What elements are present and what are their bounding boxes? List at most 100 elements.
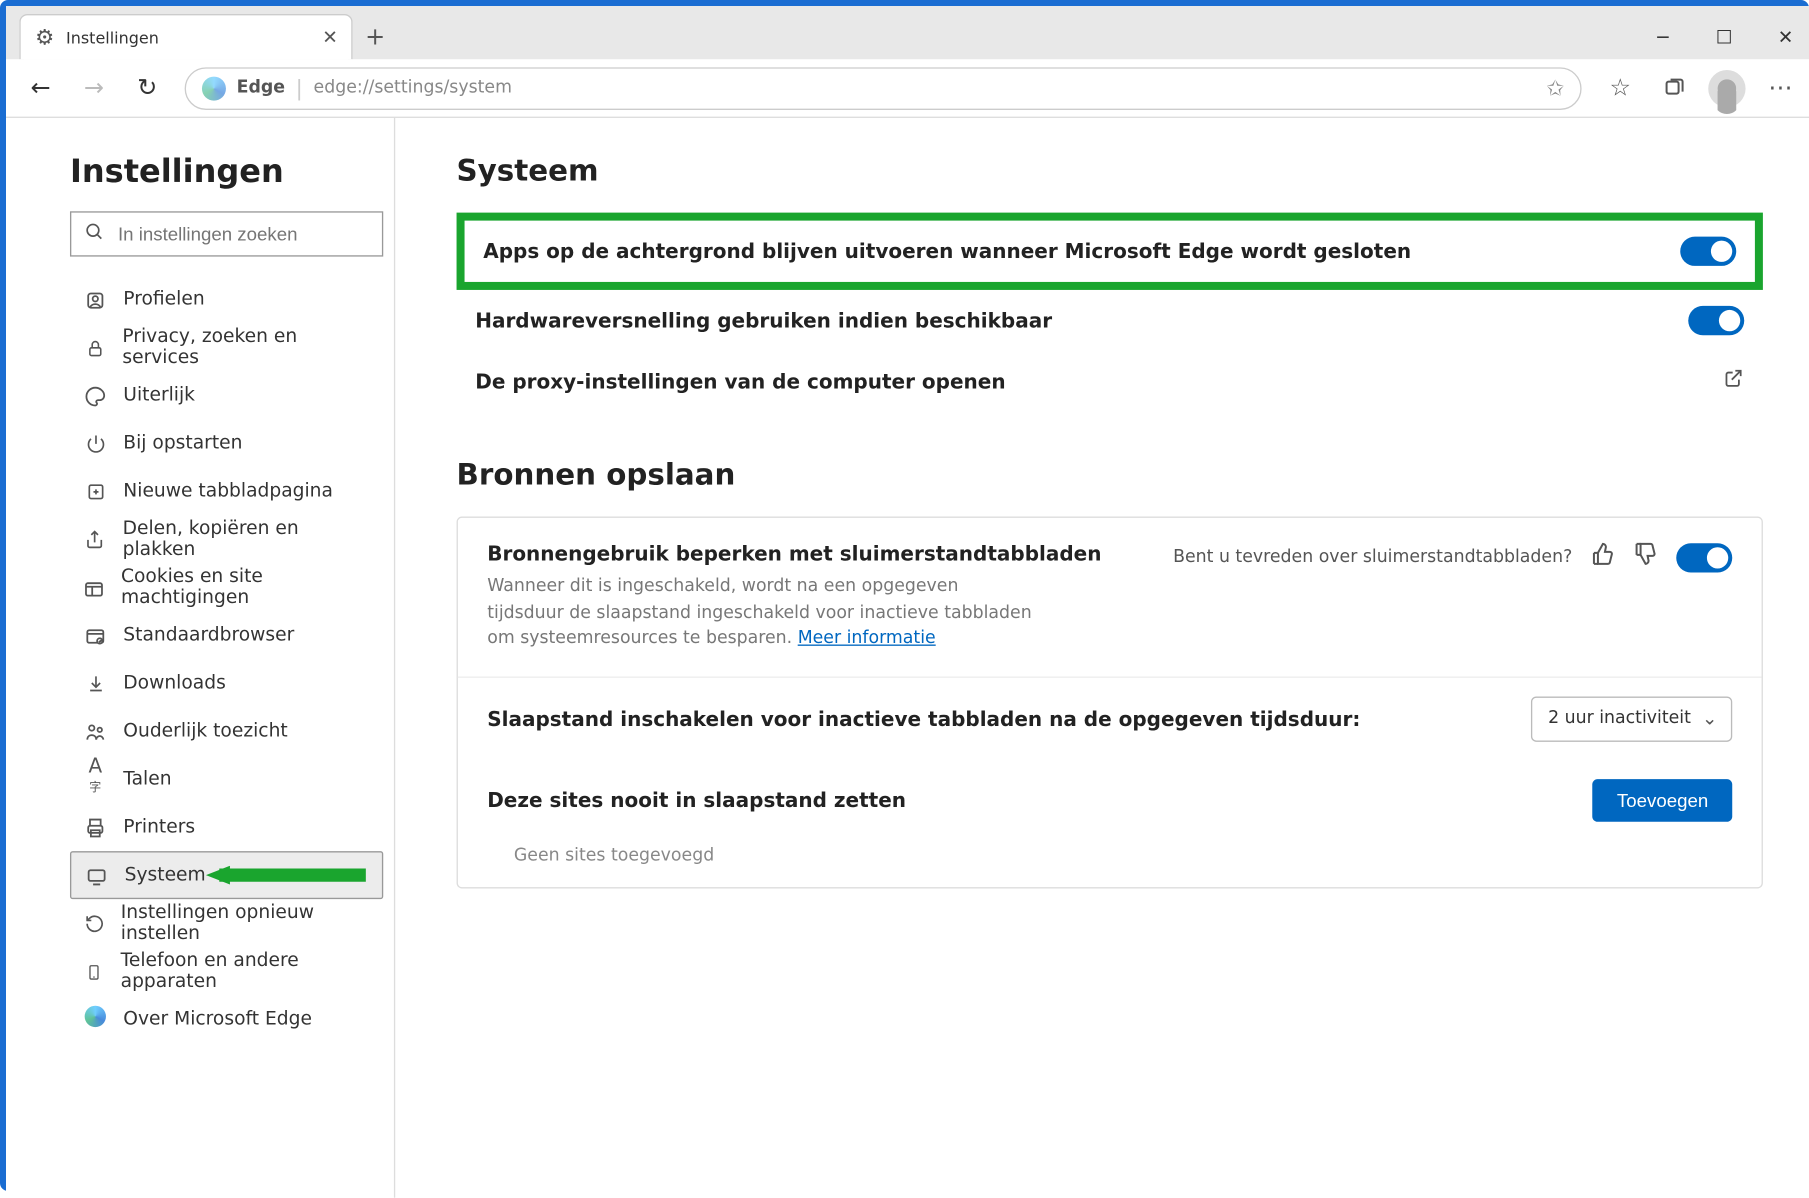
system-icon — [85, 863, 109, 887]
toggle-background-apps[interactable] — [1680, 237, 1736, 266]
new-tab-button[interactable]: + — [353, 14, 398, 59]
sidebar-item-label: Delen, kopiëren en plakken — [123, 518, 370, 561]
toggle-hw-accel[interactable] — [1688, 306, 1744, 335]
setting-row-proxy[interactable]: De proxy-instellingen van de computer op… — [457, 351, 1763, 411]
sidebar-item-label: Privacy, zoeken en services — [122, 326, 370, 369]
sidebar-item-label: Profielen — [123, 289, 204, 310]
sidebar-item-label: Downloads — [123, 673, 225, 694]
setting-row-background-apps: Apps op de achtergrond blijven uitvoeren… — [465, 221, 1755, 282]
sidebar-item-label: Ouderlijk toezicht — [123, 720, 287, 741]
sidebar-item-label: Over Microsoft Edge — [123, 1008, 312, 1029]
language-icon: A字 — [83, 754, 107, 805]
forward-button[interactable]: → — [70, 64, 118, 112]
sidebar-item-label: Printers — [123, 816, 195, 837]
sidebar-item-label: Telefoon en andere apparaten — [121, 950, 370, 993]
page-icon — [83, 479, 107, 503]
address-label: Edge — [237, 78, 285, 98]
sidebar-item-nieuwe-tabbladpagina[interactable]: Nieuwe tabbladpagina — [70, 467, 383, 515]
sidebar-item-instellingen-reset[interactable]: Instellingen opnieuw instellen — [70, 899, 383, 947]
sidebar-item-cookies[interactable]: Cookies en site machtigingen — [70, 563, 383, 611]
address-bar[interactable]: Edge | edge://settings/system ✩ — [185, 67, 1582, 110]
thumbs-up-icon[interactable] — [1591, 542, 1615, 573]
page-title: Instellingen — [27, 153, 394, 212]
share-icon — [83, 527, 106, 551]
sidebar-item-over[interactable]: Over Microsoft Edge — [70, 995, 383, 1043]
add-button[interactable]: Toevoegen — [1593, 778, 1732, 821]
sidebar-item-label: Cookies en site machtigingen — [121, 566, 370, 609]
sidebar-item-label: Nieuwe tabbladpagina — [123, 481, 333, 502]
address-url: edge://settings/system — [314, 78, 512, 98]
sidebar-item-standaardbrowser[interactable]: Standaardbrowser — [70, 611, 383, 659]
sidebar-item-profielen[interactable]: Profielen — [70, 275, 383, 323]
more-info-link[interactable]: Meer informatie — [798, 629, 936, 649]
card-title: Bronnengebruik beperken met sluimerstand… — [487, 542, 1101, 566]
close-tab-icon[interactable]: ✕ — [322, 27, 338, 48]
sidebar-item-privacy[interactable]: Privacy, zoeken en services — [70, 323, 383, 371]
printer-icon — [83, 815, 107, 839]
external-link-icon — [1723, 367, 1744, 395]
lock-icon — [83, 335, 106, 359]
more-menu-icon[interactable]: ⋯ — [1755, 63, 1806, 114]
browser-icon — [83, 623, 107, 647]
sleeping-tabs-card: Bronnengebruik beperken met sluimerstand… — [457, 517, 1763, 888]
sidebar-item-label: Instellingen opnieuw instellen — [121, 902, 370, 945]
appearance-icon — [83, 383, 107, 407]
sidebar-item-label: Bij opstarten — [123, 433, 242, 454]
feedback-question: Bent u tevreden over sluimerstandtabblad… — [1173, 547, 1572, 567]
download-icon — [83, 671, 107, 695]
sidebar-item-systeem[interactable]: Systeem — [70, 851, 383, 899]
sidebar-item-label: Systeem — [125, 864, 206, 885]
cookies-icon — [83, 575, 105, 599]
favorites-icon[interactable]: ☆ — [1595, 63, 1646, 114]
sidebar-item-ouderlijk-toezicht[interactable]: Ouderlijk toezicht — [70, 707, 383, 755]
titlebar: ⚙ Instellingen ✕ + ─ ☐ ✕ — [6, 6, 1809, 59]
sidebar-item-bij-opstarten[interactable]: Bij opstarten — [70, 419, 383, 467]
edge-logo-icon — [83, 1006, 107, 1033]
maximize-button[interactable]: ☐ — [1694, 17, 1755, 60]
sidebar-item-talen[interactable]: A字 Talen — [70, 755, 383, 803]
reset-icon — [83, 911, 104, 935]
thumbs-down-icon[interactable] — [1634, 542, 1658, 573]
close-window-button[interactable]: ✕ — [1755, 17, 1809, 60]
profile-icon — [83, 287, 107, 311]
section-heading-systeem: Systeem — [457, 155, 1763, 188]
minimize-button[interactable]: ─ — [1632, 17, 1693, 60]
sidebar-item-uiterlijk[interactable]: Uiterlijk — [70, 371, 383, 419]
sidebar-item-printers[interactable]: Printers — [70, 803, 383, 851]
settings-sidebar: Instellingen Profielen Privacy, zoeken e… — [6, 118, 395, 1198]
toggle-sleeping-tabs[interactable] — [1676, 543, 1732, 572]
power-icon — [83, 431, 107, 455]
sidebar-item-telefoon[interactable]: Telefoon en andere apparaten — [70, 947, 383, 995]
profile-avatar[interactable] — [1702, 63, 1753, 114]
setting-row-hw-accel: Hardwareversnelling gebruiken indien bes… — [457, 290, 1763, 351]
sidebar-item-label: Uiterlijk — [123, 385, 195, 406]
gear-icon: ⚙ — [34, 27, 55, 48]
favorite-star-icon[interactable]: ✩ — [1546, 75, 1564, 100]
collections-icon[interactable] — [1648, 63, 1699, 114]
setting-label: Hardwareversnelling gebruiken indien bes… — [475, 309, 1052, 333]
back-button[interactable]: ← — [17, 64, 65, 112]
sleep-duration-select[interactable]: 2 uur inactiviteit — [1531, 696, 1732, 741]
main-content: Systeem Apps op de achtergrond blijven u… — [395, 118, 1809, 1198]
edge-icon — [202, 76, 226, 100]
sidebar-item-delen[interactable]: Delen, kopiëren en plakken — [70, 515, 383, 563]
setting-label: Apps op de achtergrond blijven uitvoeren… — [483, 239, 1411, 263]
annotation-arrow — [206, 866, 366, 885]
no-sites-text: Geen sites toegevoegd — [458, 840, 1762, 887]
search-input[interactable] — [118, 223, 369, 244]
sidebar-item-label: Talen — [123, 768, 171, 789]
setting-label: Deze sites nooit in slaapstand zetten — [487, 788, 906, 812]
sidebar-item-label: Standaardbrowser — [123, 625, 294, 646]
tab-title: Instellingen — [66, 28, 312, 47]
search-icon — [85, 221, 105, 246]
section-heading-bronnen: Bronnen opslaan — [457, 459, 1763, 492]
browser-tab[interactable]: ⚙ Instellingen ✕ — [19, 14, 352, 59]
card-description: Wanneer dit is ingeschakeld, wordt na ee… — [487, 574, 1034, 652]
browser-toolbar: ← → ↻ Edge | edge://settings/system ✩ ☆ … — [6, 59, 1809, 118]
refresh-button[interactable]: ↻ — [123, 64, 171, 112]
setting-label: Slaapstand inschakelen voor inactieve ta… — [487, 706, 1360, 730]
phone-icon — [83, 959, 104, 983]
sidebar-item-downloads[interactable]: Downloads — [70, 659, 383, 707]
annotation-highlight-box: Apps op de achtergrond blijven uitvoeren… — [457, 213, 1763, 290]
settings-search[interactable] — [70, 211, 383, 256]
